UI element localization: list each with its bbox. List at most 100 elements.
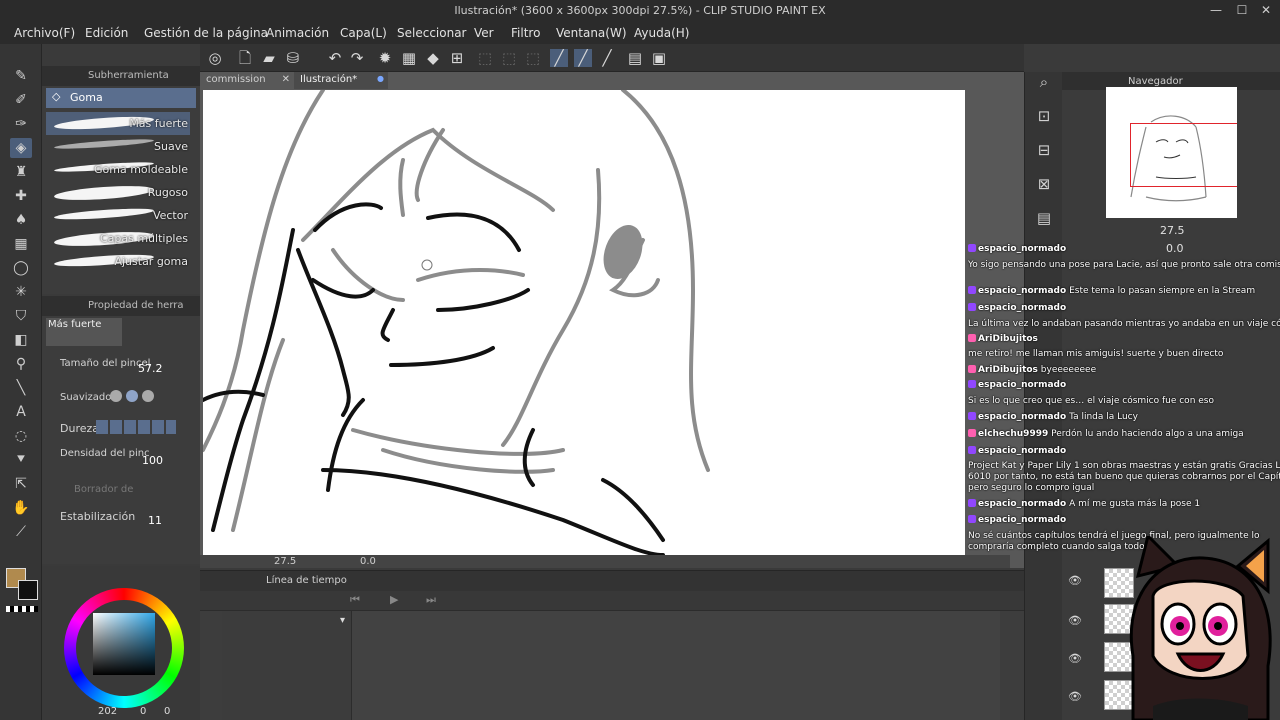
maximize-button[interactable]: ☐ (1232, 3, 1252, 17)
snap-ruler-icon[interactable]: ╱ (550, 49, 568, 67)
subtool-item-label: Suave (154, 140, 188, 153)
sub-color-swatch[interactable] (18, 580, 38, 600)
balloon-icon[interactable]: ◌ (10, 426, 32, 446)
search-icon[interactable]: ⌕ (1034, 72, 1054, 92)
subtool-item[interactable]: Capas múltiples (46, 227, 190, 250)
navigator-zoom-value[interactable]: 27.5 (1160, 224, 1185, 237)
text-icon[interactable]: A (10, 402, 32, 422)
subtool-item[interactable]: Rugoso (46, 181, 190, 204)
chat-text: pero seguro lo compro igual (968, 483, 1095, 493)
spray-icon[interactable]: ✚ (10, 186, 32, 206)
device-icon[interactable]: ▣ (650, 49, 668, 67)
navigator-view-frame[interactable] (1130, 123, 1237, 187)
eyedropper-icon[interactable]: ⟋ (10, 522, 32, 542)
stabilization-row[interactable]: Estabilización 11 (60, 510, 190, 527)
sparkle-icon[interactable]: ✳ (10, 282, 32, 302)
fill-bucket-icon[interactable]: ♜ (10, 162, 32, 182)
menu-view[interactable]: Ver (474, 26, 494, 40)
tab-commission[interactable]: commission ✕ (200, 72, 294, 89)
chat-message: Project Kat y Paper Lily 1 son obras mae… (968, 461, 1280, 471)
new-file-icon[interactable]: 🗋 (236, 49, 254, 67)
subtool-item[interactable]: Ajustar goma (46, 250, 190, 273)
redo-icon[interactable]: ↷ (348, 49, 366, 67)
menu-layer[interactable]: Capa(L) (340, 26, 387, 40)
clear-outside-icon[interactable]: ▦ (400, 49, 418, 67)
brush-icon[interactable]: ✑ (10, 114, 32, 134)
menu-edit[interactable]: Edición (85, 26, 128, 40)
settings-icon[interactable]: ▤ (626, 49, 644, 67)
antialias-options[interactable] (110, 390, 176, 404)
navigator-preview[interactable] (1106, 87, 1237, 218)
tab-ilustracion[interactable]: Ilustración* ● (294, 72, 388, 89)
snap-grid-icon[interactable]: ╱ (598, 49, 616, 67)
brush-size-row[interactable]: Tamaño del pincel 57.2 (60, 358, 190, 375)
chevron-down-icon[interactable]: ▾ (340, 615, 345, 626)
antialias-row[interactable]: Suavizado (60, 390, 190, 404)
visibility-eye-icon[interactable]: 👁 (1068, 614, 1082, 627)
hand-3d-icon[interactable]: ⚲ (10, 354, 32, 374)
unsaved-dot-icon[interactable]: ● (377, 74, 384, 83)
blend-icon[interactable]: ♠ (10, 210, 32, 230)
density-value[interactable]: 100 (142, 454, 163, 467)
material-icon[interactable]: ⊡ (1034, 106, 1054, 126)
density-row[interactable]: Densidad del pinc 100 (60, 448, 190, 467)
brush-size-value[interactable]: 57.2 (138, 362, 163, 375)
lasso-icon[interactable]: ◯ (10, 258, 32, 278)
close-panel-icon[interactable]: ⊠ (1034, 174, 1054, 194)
subtool-item[interactable]: Goma moldeable (46, 158, 190, 181)
transparent-swatch[interactable] (6, 606, 38, 612)
clip-studio-icon[interactable]: ◎ (206, 49, 224, 67)
menu-animation[interactable]: Animación (266, 26, 329, 40)
hardness-slider[interactable] (96, 420, 176, 434)
menu-page-management[interactable]: Gestión de la página (144, 26, 268, 40)
stabilization-value[interactable]: 11 (148, 514, 162, 527)
subtool-group-eraser[interactable]: ◇ Goma (46, 88, 196, 108)
timeline-track[interactable]: ▾ (222, 611, 1000, 720)
minimize-button[interactable]: — (1206, 3, 1226, 17)
visibility-eye-icon[interactable]: 👁 (1068, 652, 1082, 665)
line-icon[interactable]: ╲ (10, 378, 32, 398)
menu-file[interactable]: Archivo(F) (14, 26, 75, 40)
save-icon[interactable]: ⛁ (284, 49, 302, 67)
open-file-icon[interactable]: ▰ (260, 49, 278, 67)
transform-icon[interactable]: ⊞ (448, 49, 466, 67)
subtool-item[interactable]: Suave (46, 135, 190, 158)
subtool-item[interactable]: Más fuerte (46, 112, 190, 135)
brush-preview (53, 137, 155, 151)
play-icon[interactable]: ▶ (390, 593, 398, 606)
prev-frame-icon[interactable]: ⏮ (350, 593, 360, 607)
menu-help[interactable]: Ayuda(H) (634, 26, 689, 40)
move-icon[interactable]: ⇱ (10, 474, 32, 494)
visibility-eye-icon[interactable]: 👁 (1068, 690, 1082, 703)
close-button[interactable]: ✕ (1256, 3, 1276, 17)
clear-icon[interactable]: ✹ (376, 49, 394, 67)
undo-icon[interactable]: ↶ (326, 49, 344, 67)
menu-select[interactable]: Seleccionar (397, 26, 466, 40)
subtool-panel-title: Subherramienta (88, 70, 169, 81)
navigator-zoom-row[interactable]: 27.5 (1062, 222, 1280, 240)
eraser-icon[interactable]: ◈ (10, 138, 32, 158)
close-icon[interactable]: ✕ (282, 74, 290, 85)
snap-special-ruler-icon[interactable]: ╱ (574, 49, 592, 67)
next-frame-icon[interactable]: ⏭ (426, 593, 436, 607)
pen-icon[interactable]: ✎ (10, 66, 32, 86)
document-icon[interactable]: ▤ (1034, 208, 1054, 228)
menu-filter[interactable]: Filtro (511, 26, 540, 40)
color-square[interactable] (93, 613, 155, 675)
fill-icon[interactable]: ◆ (424, 49, 442, 67)
download-icon[interactable]: ⊟ (1034, 140, 1054, 160)
figure-icon[interactable]: ▦ (10, 234, 32, 254)
correct-line-icon[interactable]: ⯆ (10, 450, 32, 470)
drawing-canvas[interactable] (203, 90, 965, 555)
hand-icon[interactable]: ✋ (10, 498, 32, 518)
hardness-row[interactable]: Dureza (60, 420, 190, 435)
menu-window[interactable]: Ventana(W) (556, 26, 627, 40)
gradient-icon[interactable]: ◧ (10, 330, 32, 350)
bucket-icon[interactable]: ⛉ (10, 306, 32, 326)
angle-value[interactable]: 0.0 (360, 556, 376, 567)
chat-message: AriDibujitos (968, 334, 1038, 344)
visibility-eye-icon[interactable]: 👁 (1068, 574, 1082, 587)
pencil-icon[interactable]: ✐ (10, 90, 32, 110)
zoom-value[interactable]: 27.5 (274, 556, 296, 567)
subtool-item[interactable]: Vector (46, 204, 190, 227)
